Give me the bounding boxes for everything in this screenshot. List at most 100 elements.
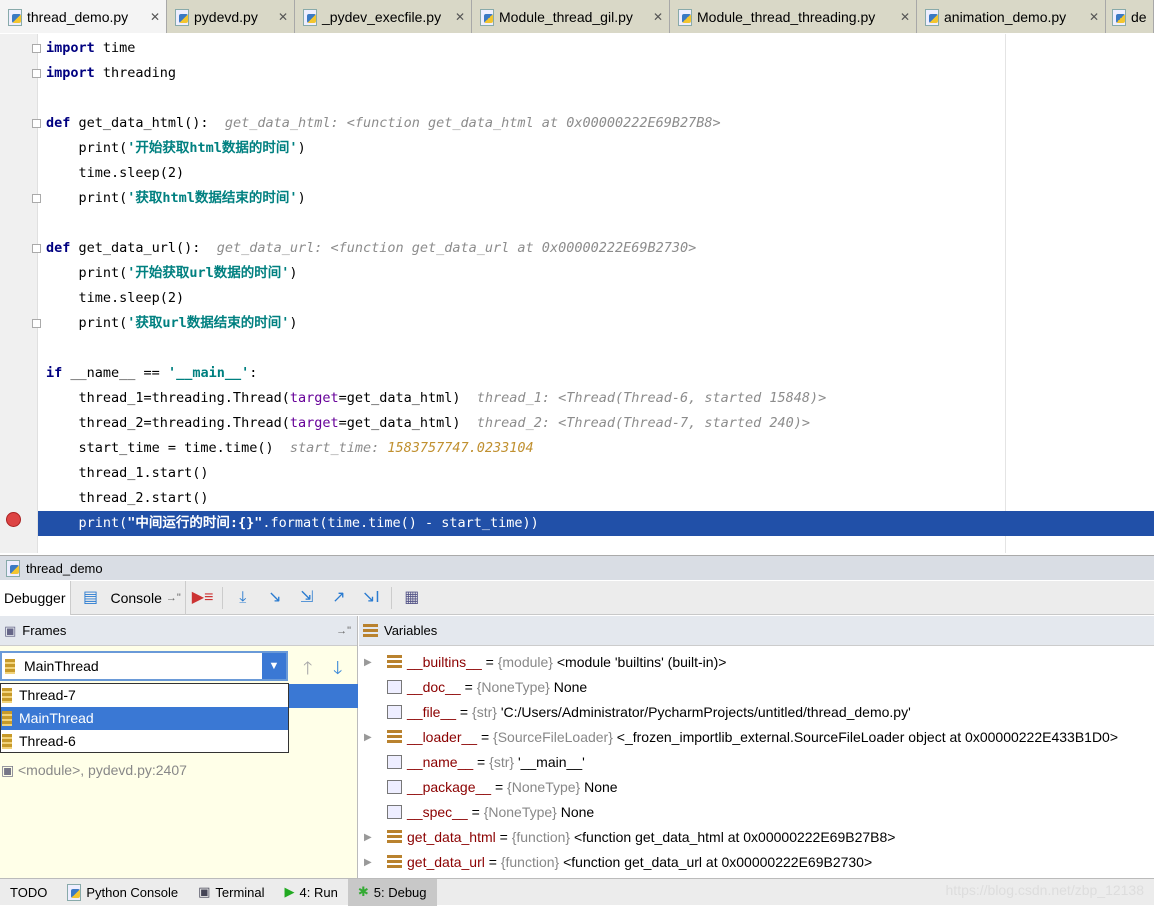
fold-icon[interactable] — [32, 194, 41, 203]
thread-selector[interactable]: MainThread ▼ — [0, 651, 288, 681]
variable-row[interactable]: ▶ __builtins__ = {module} <module 'builti… — [359, 650, 1154, 675]
tab-label: pydevd.py — [194, 8, 258, 25]
expand-icon[interactable]: ▶ — [364, 850, 372, 875]
variable-row[interactable]: __file__ = {str} 'C:/Users/Administrator… — [359, 700, 1154, 725]
code-line[interactable]: thread_2.start() — [38, 486, 1154, 511]
variable-row[interactable]: __doc__ = {NoneType} None — [359, 675, 1154, 700]
close-icon[interactable]: ✕ — [455, 10, 465, 24]
tab-5[interactable]: animation_demo.py ✕ — [917, 0, 1106, 33]
code-line[interactable]: print('开始获取url数据的时间') — [38, 261, 1154, 286]
debug-button[interactable]: ✱ 5: Debug — [347, 878, 437, 906]
variable-value: None — [560, 804, 595, 820]
code-line[interactable]: thread_2=threading.Thread(target=get_dat… — [38, 411, 1154, 436]
breakpoint-icon[interactable] — [6, 512, 21, 527]
tab-debugger[interactable]: Debugger — [0, 580, 71, 615]
tab-6[interactable]: de — [1106, 0, 1154, 33]
code-line[interactable]: import threading — [38, 61, 1154, 86]
variable-row[interactable]: __spec__ = {NoneType} None — [359, 800, 1154, 825]
show-execution-point-icon[interactable]: ▶≡ — [192, 589, 214, 607]
terminal-button[interactable]: ▣ Terminal — [188, 879, 274, 906]
arrow-up-icon[interactable]: 🡑 — [303, 656, 312, 686]
code-line[interactable]: def get_data_html(): get_data_html: <fun… — [38, 111, 1154, 136]
code-line[interactable]: start_time = time.time() start_time: 158… — [38, 436, 1154, 461]
tab-1[interactable]: pydevd.py ✕ — [167, 0, 295, 33]
tab-0[interactable]: thread_demo.py ✕ — [0, 0, 167, 33]
run-button[interactable]: ▶ 4: Run — [275, 879, 348, 906]
expand-icon[interactable]: ▶ — [364, 825, 372, 850]
code-line[interactable]: print("中间运行的时间:{}".format(time.time() - … — [38, 511, 1154, 536]
thread-option[interactable]: Thread-7 — [1, 684, 288, 707]
code-line[interactable]: thread_1=threading.Thread(target=get_dat… — [38, 386, 1154, 411]
close-icon[interactable]: ✕ — [900, 10, 910, 24]
code-token: .format(time.time() - start_time)) — [262, 515, 539, 531]
close-icon[interactable]: ✕ — [150, 10, 160, 24]
code-line[interactable]: time.sleep(2) — [38, 286, 1154, 311]
arrow-down-icon[interactable]: 🡓 — [333, 656, 342, 686]
pin-icon[interactable]: →" — [166, 592, 181, 604]
code-token: target — [289, 415, 339, 431]
code-line[interactable]: print('开始获取html数据的时间') — [38, 136, 1154, 161]
step-over-icon[interactable]: ⤓ — [233, 589, 253, 607]
code-editor[interactable]: import time import threading def get_data_… — [0, 34, 1154, 553]
tab-3[interactable]: Module_thread_gil.py ✕ — [472, 0, 670, 33]
variable-type: {module} — [497, 654, 553, 670]
todo-button[interactable]: TODO — [0, 879, 57, 906]
fold-icon[interactable] — [32, 319, 41, 328]
code-token: '获取html数据结束的时间' — [127, 190, 298, 206]
frame-label: <module>, pydevd.py:2407 — [18, 762, 187, 778]
expand-icon[interactable]: ▶ — [364, 725, 372, 750]
thread-selected: MainThread — [24, 658, 99, 674]
code-token: get_data_html: <function get_data_html a… — [224, 115, 721, 131]
fold-icon[interactable] — [32, 244, 41, 253]
tab-label: Module_thread_gil.py — [499, 8, 633, 25]
code-line[interactable]: print('获取url数据结束的时间') — [38, 311, 1154, 336]
thread-option-label: Thread-7 — [19, 687, 76, 703]
step-into-my-code-icon[interactable]: ⇲ — [297, 589, 317, 607]
thread-option[interactable]: Thread-6 — [1, 730, 288, 753]
python-console-button[interactable]: Python Console — [57, 879, 188, 906]
code-token: thread_2: <Thread(Thread-7, started 240)… — [476, 415, 811, 431]
frames-icon: ▣ — [4, 622, 17, 638]
frame-item[interactable]: ▣ <module>, pydevd.py:2407 — [0, 762, 187, 778]
gutter[interactable] — [0, 34, 38, 553]
code-line[interactable] — [38, 86, 1154, 111]
code-token: print( — [46, 515, 128, 531]
variable-type: {function} — [500, 854, 560, 870]
code-line[interactable]: if __name__ == '__main__': — [38, 361, 1154, 386]
variable-name: get_data_html — [407, 829, 496, 845]
variable-row[interactable]: ▶ get_data_html = {function} <function ge… — [359, 825, 1154, 850]
tab-4[interactable]: Module_thread_threading.py ✕ — [670, 0, 917, 33]
close-icon[interactable]: ✕ — [278, 10, 288, 24]
code-token: start_time: — [289, 440, 388, 456]
variable-row[interactable]: ▶ get_data_url = {function} <function get… — [359, 850, 1154, 875]
run-to-cursor-icon[interactable]: ↘I — [361, 589, 381, 607]
variable-row[interactable]: __package__ = {NoneType} None — [359, 775, 1154, 800]
close-icon[interactable]: ✕ — [1089, 10, 1099, 24]
code-line[interactable] — [38, 211, 1154, 236]
pin-icon[interactable]: →" — [336, 625, 351, 637]
variable-value: <function get_data_url at 0x00000222E69B… — [563, 854, 873, 870]
step-into-icon[interactable]: ↘ — [265, 589, 285, 607]
tab-console[interactable]: ▤ Console →" — [71, 580, 186, 615]
code-line[interactable]: thread_1.start() — [38, 461, 1154, 486]
code-line[interactable]: time.sleep(2) — [38, 161, 1154, 186]
variable-row[interactable]: ▶ __loader__ = {SourceFileLoader} <_froze… — [359, 725, 1154, 750]
chevron-down-icon[interactable]: ▼ — [262, 653, 286, 679]
thread-option-label: Thread-6 — [19, 733, 76, 749]
evaluate-expression-icon[interactable]: ▦ — [402, 589, 422, 607]
fold-icon[interactable] — [32, 44, 41, 53]
step-out-icon[interactable]: ↗ — [329, 589, 349, 607]
tab-2[interactable]: _pydev_execfile.py ✕ — [295, 0, 472, 33]
code-line[interactable]: def get_data_url(): get_data_url: <funct… — [38, 236, 1154, 261]
code-line[interactable]: import time — [38, 36, 1154, 61]
variable-row[interactable]: __name__ = {str} '__main__' — [359, 750, 1154, 775]
code-line[interactable]: print('获取html数据结束的时间') — [38, 186, 1154, 211]
thread-option[interactable]: MainThread — [1, 707, 288, 730]
fold-icon[interactable] — [32, 119, 41, 128]
code-line[interactable] — [38, 336, 1154, 361]
expand-icon[interactable]: ▶ — [364, 650, 372, 675]
python-file-icon — [678, 8, 692, 26]
close-icon[interactable]: ✕ — [653, 10, 663, 24]
editor-tabs: thread_demo.py ✕ pydevd.py ✕ _pydev_execfile… — [0, 0, 1154, 33]
fold-icon[interactable] — [32, 69, 41, 78]
